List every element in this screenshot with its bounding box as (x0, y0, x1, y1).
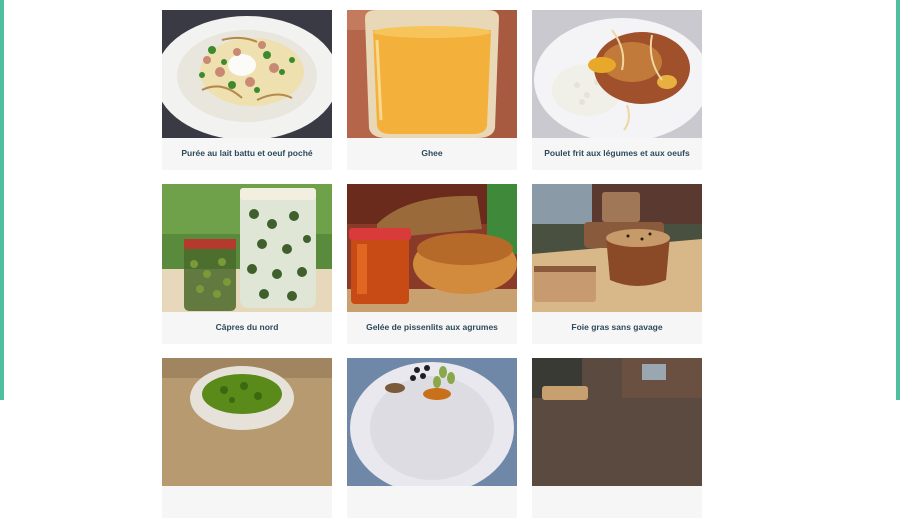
recipe-card[interactable]: Câpres du nord (162, 184, 332, 344)
recipe-photo (532, 10, 702, 138)
recipe-title: Poulet frit aux légumes et aux oeufs (544, 148, 690, 159)
recipe-card[interactable] (532, 358, 702, 518)
recipe-card[interactable] (162, 358, 332, 518)
recipe-photo (347, 358, 517, 486)
recipe-photo (347, 184, 517, 312)
recipe-card[interactable]: Ghee (347, 10, 517, 170)
recipe-photo (162, 184, 332, 312)
recipe-card[interactable]: Foie gras sans gavage (532, 184, 702, 344)
recipe-photo (532, 184, 702, 312)
recipe-grid: Purée au lait battu et oeuf poché Ghee P… (162, 10, 702, 518)
recipe-photo (162, 10, 332, 138)
page-border-right (896, 0, 900, 400)
recipe-title (347, 486, 517, 518)
recipe-title: Câpres du nord (215, 322, 279, 333)
recipe-title: Foie gras sans gavage (571, 322, 663, 333)
recipe-title: Purée au lait battu et oeuf poché (181, 148, 313, 159)
recipe-card[interactable] (347, 358, 517, 518)
recipe-photo (532, 358, 702, 486)
recipe-title: Gelée de pissenlits aux agrumes (366, 322, 498, 333)
recipe-title: Ghee (421, 148, 443, 159)
recipe-title (532, 486, 702, 518)
recipe-card[interactable]: Purée au lait battu et oeuf poché (162, 10, 332, 170)
recipe-card[interactable]: Poulet frit aux légumes et aux oeufs (532, 10, 702, 170)
recipe-card[interactable]: Gelée de pissenlits aux agrumes (347, 184, 517, 344)
recipe-photo (347, 10, 517, 138)
recipe-title (162, 486, 332, 518)
recipe-photo (162, 358, 332, 486)
page-border-left (0, 0, 4, 400)
